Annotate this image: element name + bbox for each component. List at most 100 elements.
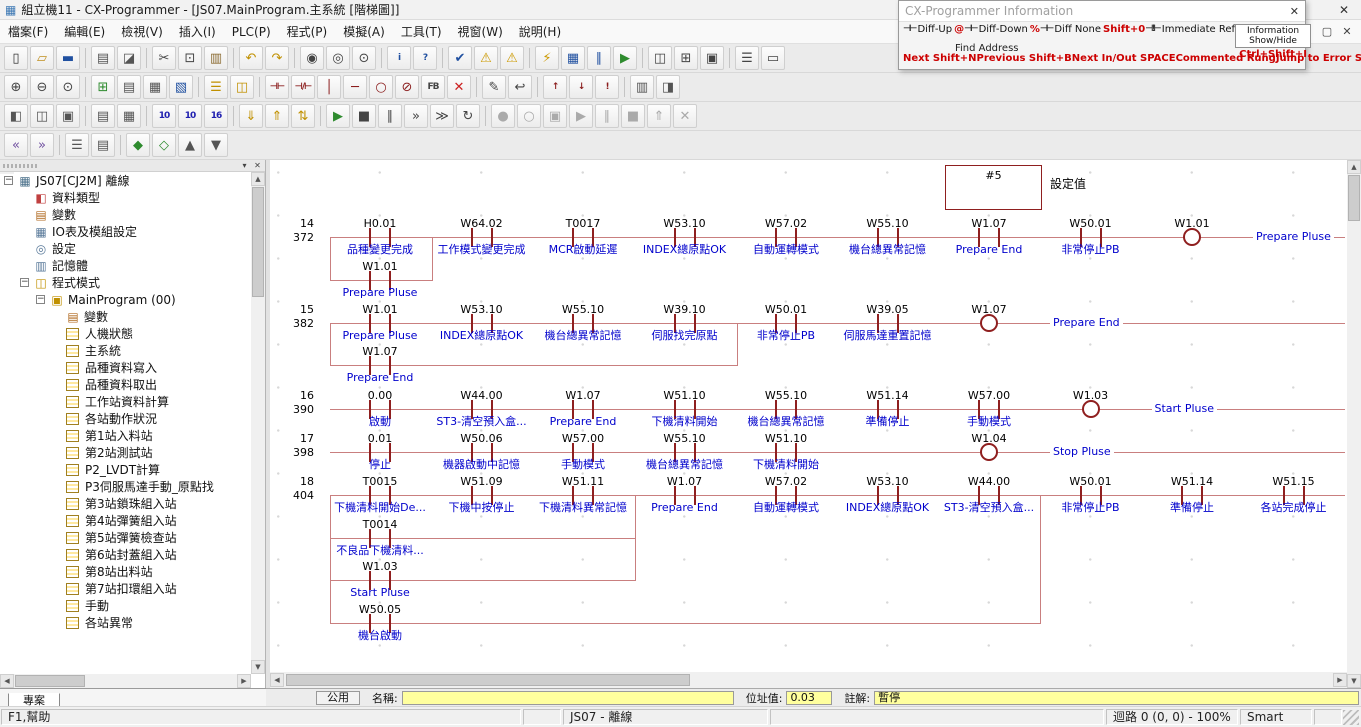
ladder-coil[interactable]	[980, 443, 998, 461]
tree-vertical-scrollbar[interactable]: ▲ ▼	[251, 172, 265, 674]
tree-item[interactable]: 第2站測試站	[0, 444, 251, 461]
rung-number[interactable]: 16	[270, 389, 314, 402]
online-edit-cancel-button[interactable]: ✕	[673, 104, 697, 128]
tree-item[interactable]: 手動	[0, 597, 251, 614]
paste-button[interactable]: ▥	[204, 46, 228, 70]
ladder-coil[interactable]	[1082, 400, 1100, 418]
tree-item[interactable]: ◧資料類型	[0, 189, 251, 206]
clear-breakpoints-button[interactable]: ○	[517, 104, 541, 128]
tree-item[interactable]: 第7站扣環組入站	[0, 580, 251, 597]
monitor-decimal-button[interactable]: 10	[152, 104, 176, 128]
sync-stop-button[interactable]: ■	[621, 104, 645, 128]
immediate-refresh-button[interactable]: !	[595, 75, 619, 99]
popup-group[interactable]: ⊣!⊢Immediate Ref	[1145, 24, 1235, 35]
monitor-signed-decimal-button[interactable]: 10	[178, 104, 202, 128]
ladder-coil[interactable]	[1183, 228, 1201, 246]
rung-number[interactable]: 14	[270, 217, 314, 230]
menu-item[interactable]: 插入(I)	[171, 20, 224, 43]
program-check-button[interactable]: ⚠	[500, 46, 524, 70]
debug-mode-button[interactable]: ▣	[543, 104, 567, 128]
scroll-right-icon[interactable]: ▶	[237, 674, 251, 688]
menu-item[interactable]: 檢視(V)	[113, 20, 171, 43]
scroll-left-icon[interactable]: ◀	[270, 673, 284, 687]
tree-item[interactable]: ◎設定	[0, 240, 251, 257]
rung-number[interactable]: 15	[270, 303, 314, 316]
menu-item[interactable]: 編輯(E)	[56, 20, 113, 43]
common-group-tab[interactable]: 公用	[316, 691, 360, 705]
open-file-button[interactable]: ▱	[30, 46, 54, 70]
rung-number[interactable]: 18	[270, 475, 314, 488]
show-output-comments-button[interactable]: ◨	[656, 75, 680, 99]
comment-input[interactable]: 暫停	[874, 691, 1359, 705]
address-value-input[interactable]: 0.03	[786, 691, 832, 705]
rung-number[interactable]: 17	[270, 432, 314, 445]
window-close-button[interactable]: ✕	[1327, 0, 1361, 20]
new-closed-contact-button[interactable]: ⊣/⊢	[291, 75, 315, 99]
tree-item[interactable]: 第1站入料站	[0, 427, 251, 444]
tree-item[interactable]: 各站異常	[0, 614, 251, 631]
instruction-block[interactable]: #5	[945, 165, 1042, 210]
scroll-right-icon[interactable]: ▶	[1333, 673, 1347, 687]
previous-reference-button[interactable]: ◇	[152, 133, 176, 157]
differentiate-down-button[interactable]: ↓	[569, 75, 593, 99]
scroll-down-icon[interactable]: ▼	[1347, 674, 1361, 688]
document-restore-button[interactable]: ▢	[1317, 25, 1337, 38]
menu-item[interactable]: 視窗(W)	[450, 20, 511, 43]
print-preview-button[interactable]: ◪	[117, 46, 141, 70]
tree-item[interactable]: 第4站彈簧組入站	[0, 512, 251, 529]
cross-reference-button[interactable]: ⊞	[674, 46, 698, 70]
scrollbar-thumb[interactable]	[15, 675, 85, 687]
scrollbar-thumb[interactable]	[252, 187, 264, 297]
undo-button[interactable]: ↶	[239, 46, 263, 70]
shift-left-button[interactable]: «	[4, 133, 28, 157]
tile-windows-button[interactable]: ◫	[30, 104, 54, 128]
tree-item[interactable]: 各站動作狀況	[0, 410, 251, 427]
zoom-out-button[interactable]: ⊖	[30, 75, 54, 99]
section-list-button[interactable]: ☰	[204, 75, 228, 99]
menu-item[interactable]: 工具(T)	[393, 20, 450, 43]
save-file-button[interactable]: ▬	[56, 46, 80, 70]
menu-item[interactable]: 說明(H)	[511, 20, 569, 43]
properties-button[interactable]: ☰	[735, 46, 759, 70]
tree-item[interactable]: 人機狀態	[0, 325, 251, 342]
tree-item[interactable]: −▦JS07[CJ2M] 離線	[0, 172, 251, 189]
popup-group[interactable]: ⊣⊢Diff NoneShift+0	[1040, 24, 1145, 35]
monitor-in-rung-button[interactable]: ▧	[169, 75, 193, 99]
find-button[interactable]: ◉	[300, 46, 324, 70]
new-coil-button[interactable]: ○	[369, 75, 393, 99]
tree-item[interactable]: 第3站鎖珠組入站	[0, 495, 251, 512]
cut-button[interactable]: ✂	[152, 46, 176, 70]
popup-group[interactable]: ⊣⊢Diff-Down%	[964, 24, 1040, 35]
sync-run-button[interactable]: ▶	[569, 104, 593, 128]
edit-comment-button[interactable]: ✎	[482, 75, 506, 99]
name-input[interactable]	[402, 691, 734, 705]
zoom-fit-button[interactable]: ⊙	[56, 75, 80, 99]
tree-item[interactable]: ▤變數	[0, 308, 251, 325]
tree-expander-icon[interactable]: −	[36, 295, 45, 304]
ladder-coil[interactable]	[980, 314, 998, 332]
insert-section-button[interactable]: ◫	[230, 75, 254, 99]
menu-item[interactable]: 模擬(A)	[335, 20, 393, 43]
about-button[interactable]: i	[387, 46, 411, 70]
new-file-button[interactable]: ▯	[4, 46, 28, 70]
menu-item[interactable]: PLC(P)	[224, 22, 279, 42]
run-simulation-button[interactable]: ▶	[326, 104, 350, 128]
work-online-button[interactable]: ⚡	[535, 46, 559, 70]
arrange-icons-button[interactable]: ▣	[56, 104, 80, 128]
panel-dropdown-icon[interactable]: ▾	[238, 160, 251, 171]
delete-instruction-button[interactable]: ✕	[447, 75, 471, 99]
ladder-horizontal-scrollbar[interactable]: ◀ ▶	[270, 672, 1347, 688]
tree-item[interactable]: 第6站封蓋組入站	[0, 546, 251, 563]
tree-item[interactable]: P2_LVDT計算	[0, 461, 251, 478]
find-in-project-button[interactable]: ⊙	[352, 46, 376, 70]
output-window-button[interactable]: ▭	[761, 46, 785, 70]
go-to-next-address-button[interactable]: ▲	[178, 133, 202, 157]
scroll-up-icon[interactable]: ▲	[1347, 160, 1361, 174]
tree-panel-header[interactable]: ▾ ✕	[0, 160, 265, 172]
tree-item[interactable]: 第5站彈簧檢查站	[0, 529, 251, 546]
tree-item[interactable]: −▣MainProgram (00)	[0, 291, 251, 308]
scroll-left-icon[interactable]: ◀	[0, 674, 14, 688]
popup-titlebar[interactable]: CX-Programmer Information ✕	[899, 1, 1305, 21]
help-button[interactable]: ?	[413, 46, 437, 70]
find-replace-button[interactable]: ◎	[326, 46, 350, 70]
